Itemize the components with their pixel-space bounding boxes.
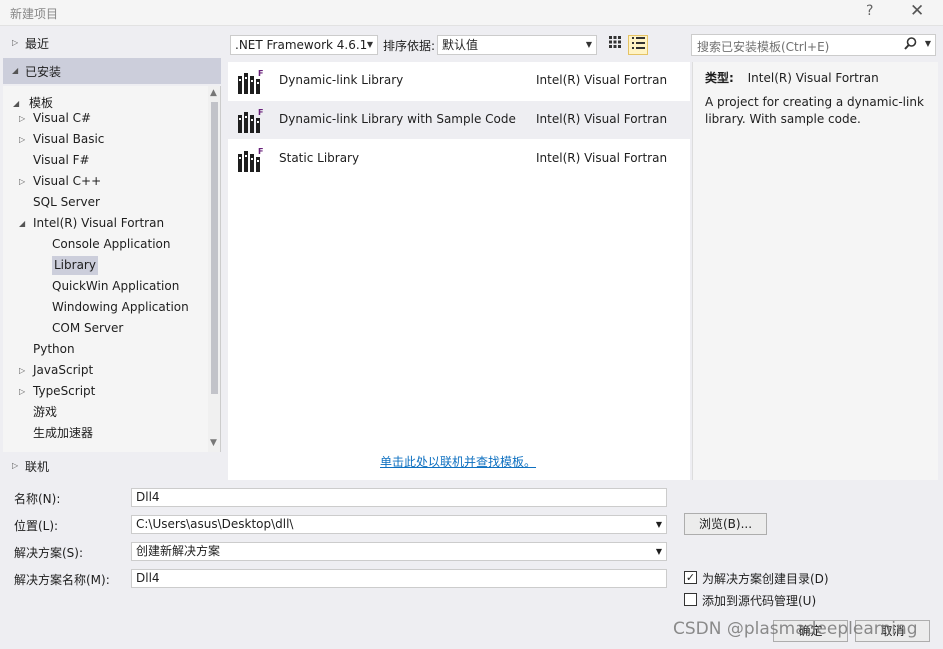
list-view-icon[interactable]: [628, 35, 648, 55]
template-item[interactable]: F Dynamic-link Library with Sample Code In…: [228, 101, 690, 139]
solution-name-value: Dll4: [136, 571, 160, 585]
expand-icon[interactable]: ▷: [12, 38, 18, 47]
solution-name-label: 解决方案名称(M):: [14, 573, 110, 587]
source-control-label: 添加到源代码管理(U): [702, 594, 817, 608]
nav-recent[interactable]: ▷ 最近: [3, 30, 221, 56]
tree-item-label: Visual C#: [33, 111, 92, 125]
framework-value: .NET Framework 4.6.1: [235, 38, 368, 52]
name-field[interactable]: Dll4: [131, 488, 667, 507]
tree-item-label: Console Application: [52, 237, 171, 251]
tree-item-label: Python: [33, 342, 75, 356]
nav-online-label: 联机: [25, 460, 50, 474]
title-bar: 新建项目 ? ✕: [0, 0, 943, 26]
search-input[interactable]: 搜索已安装模板(Ctrl+E): [697, 38, 829, 55]
sort-select[interactable]: 默认值 ▼: [437, 35, 597, 55]
tree-item-label: SQL Server: [33, 195, 100, 209]
template-name: Static Library: [279, 151, 360, 165]
location-value: C:\Users\asus\Desktop\dll\: [136, 517, 294, 531]
scroll-thumb[interactable]: [211, 102, 218, 394]
tree-item-label: JavaScript: [33, 363, 94, 377]
chevron-down-icon: ▼: [585, 40, 592, 49]
fortran-library-icon: F: [237, 107, 265, 135]
template-tree: ◢ 模板 ▷ Visual C# ▷ Visual Basic Visual F# ▷ Vi…: [3, 86, 221, 452]
expand-icon[interactable]: ▷: [19, 109, 25, 128]
help-button[interactable]: ?: [866, 3, 873, 19]
scroll-up-icon[interactable]: ▲: [210, 88, 217, 98]
tree-item-label: Visual F#: [33, 153, 90, 167]
expand-icon[interactable]: ▷: [19, 361, 25, 380]
type-label: 类型:: [705, 71, 734, 85]
solution-select[interactable]: 创建新解决方案 ▼: [131, 542, 667, 561]
create-dir-checkbox[interactable]: ✓: [684, 571, 697, 584]
tree-item-label: Windowing Application: [52, 300, 189, 314]
template-description: A project for creating a dynamic-link li…: [705, 95, 924, 126]
template-name: Dynamic-link Library with Sample Code: [279, 112, 516, 126]
scroll-down-icon[interactable]: ▼: [210, 438, 217, 448]
chevron-down-icon[interactable]: ▼: [925, 39, 931, 48]
create-dir-label: 为解决方案创建目录(D): [702, 572, 829, 586]
template-list: F Dynamic-link Library Intel(R) Visual For…: [228, 62, 690, 480]
solution-label: 解决方案(S):: [14, 546, 84, 560]
type-row: 类型: Intel(R) Visual Fortran: [705, 69, 879, 86]
template-name: Dynamic-link Library: [279, 73, 404, 87]
watermark: CSDN @plasmadeeplearning: [673, 619, 918, 639]
nav-recent-label: 最近: [25, 37, 50, 51]
close-button[interactable]: ✕: [910, 1, 924, 21]
collapse-icon[interactable]: ◢: [19, 214, 25, 233]
window-title: 新建项目: [10, 7, 59, 21]
template-item[interactable]: F Static Library Intel(R) Visual Fortran: [228, 140, 690, 178]
template-language: Intel(R) Visual Fortran: [536, 112, 668, 126]
expand-icon[interactable]: ▷: [19, 172, 25, 191]
tree-item-label: TypeScript: [33, 384, 96, 398]
find-online-link[interactable]: 单击此处以联机并查找模板。: [380, 453, 536, 470]
template-search[interactable]: 搜索已安装模板(Ctrl+E) ▼: [691, 34, 936, 56]
tree-item-label: COM Server: [52, 321, 124, 335]
tree-item-label: Visual Basic: [33, 132, 105, 146]
location-field[interactable]: C:\Users\asus\Desktop\dll\ ▼: [131, 515, 667, 534]
svg-text:F: F: [258, 147, 263, 156]
nav-installed[interactable]: ◢ 已安装: [3, 58, 221, 84]
tree-item-label: 游戏: [33, 405, 58, 419]
fortran-library-icon: F: [237, 68, 265, 96]
search-icon[interactable]: [904, 37, 917, 54]
solution-value: 创建新解决方案: [136, 544, 221, 558]
expand-icon[interactable]: ▷: [19, 382, 25, 401]
nav-online[interactable]: ▷ 联机: [3, 453, 221, 479]
template-item[interactable]: F Dynamic-link Library Intel(R) Visual For…: [228, 62, 690, 100]
framework-select[interactable]: .NET Framework 4.6.1 ▼: [230, 35, 378, 55]
expand-icon[interactable]: ▷: [19, 130, 25, 149]
nav-installed-label: 已安装: [25, 65, 62, 79]
fortran-library-icon: F: [237, 146, 265, 174]
grid-view-icon[interactable]: [605, 35, 625, 55]
template-details: 类型: Intel(R) Visual Fortran A project fo…: [692, 62, 938, 480]
sort-value: 默认值: [442, 38, 479, 52]
template-language: Intel(R) Visual Fortran: [536, 73, 668, 87]
template-toolbar: .NET Framework 4.6.1 ▼ 排序依据: 默认值 ▼: [228, 33, 688, 57]
expand-icon[interactable]: ▷: [12, 461, 18, 470]
name-value: Dll4: [136, 490, 160, 504]
sort-label: 排序依据:: [383, 39, 436, 53]
tree-item-label: Visual C++: [33, 174, 102, 188]
chevron-down-icon: ▼: [366, 40, 373, 49]
solution-name-field[interactable]: Dll4: [131, 569, 667, 588]
template-language: Intel(R) Visual Fortran: [536, 151, 668, 165]
browse-button[interactable]: 浏览(B)...: [684, 513, 767, 535]
tree-item-label: QuickWin Application: [52, 279, 180, 293]
svg-text:F: F: [258, 108, 263, 117]
chevron-down-icon[interactable]: ▼: [656, 543, 662, 560]
type-value: Intel(R) Visual Fortran: [747, 71, 879, 85]
tree-item-label: Library: [52, 256, 98, 275]
name-label: 名称(N):: [14, 492, 61, 506]
tree-scrollbar[interactable]: ▲ ▼: [208, 86, 220, 452]
tree-item-label: 生成加速器: [33, 426, 94, 440]
location-label: 位置(L):: [14, 519, 59, 533]
source-control-checkbox[interactable]: [684, 593, 697, 606]
collapse-icon[interactable]: ◢: [12, 66, 18, 75]
svg-text:F: F: [258, 69, 263, 78]
tree-item-label: Intel(R) Visual Fortran: [33, 216, 165, 230]
chevron-down-icon[interactable]: ▼: [656, 516, 662, 533]
